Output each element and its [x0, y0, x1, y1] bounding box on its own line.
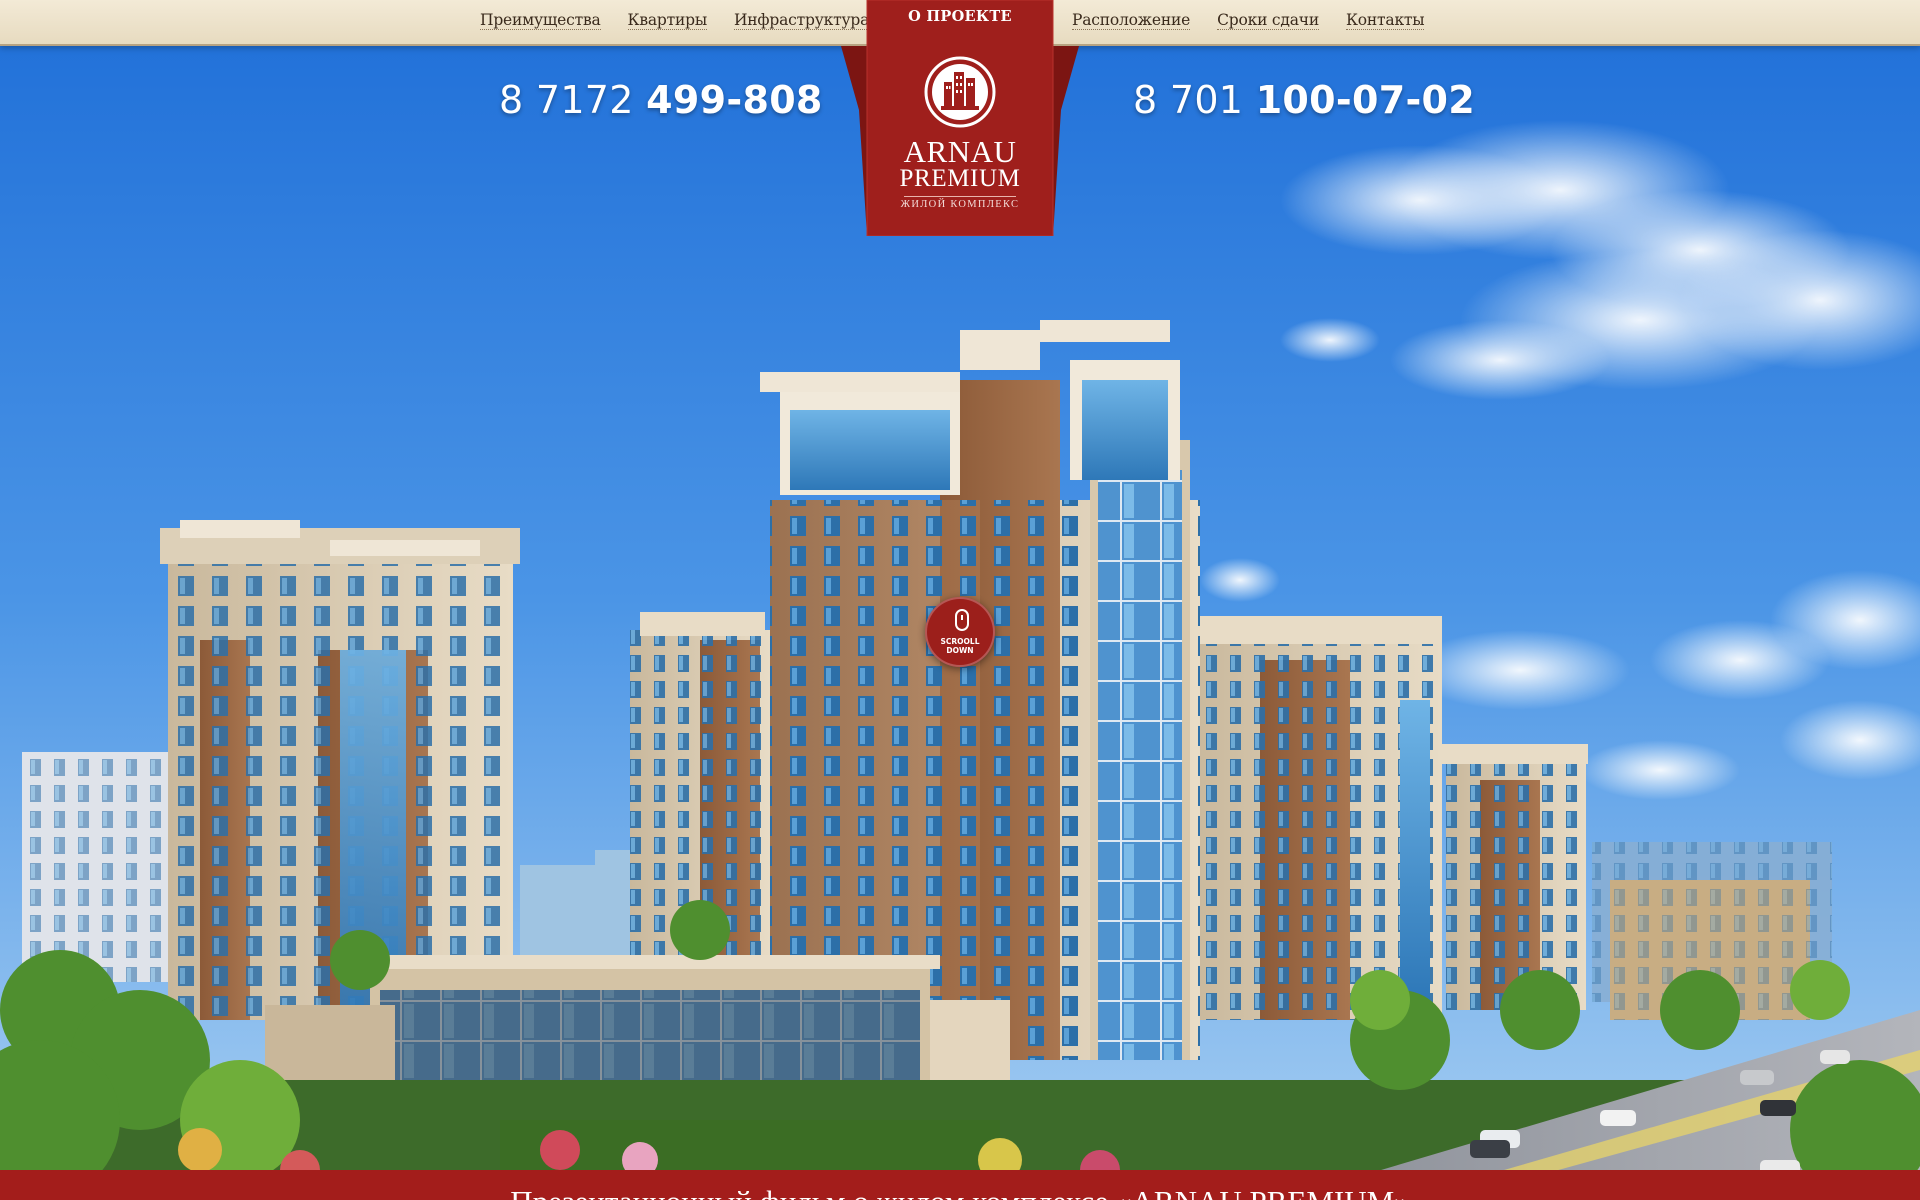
nav-link-location[interactable]: Расположение — [1072, 11, 1190, 30]
mouse-icon — [955, 609, 969, 631]
scroll-label-line2: DOWN — [946, 646, 974, 655]
brand-subname: PREMIUM — [899, 165, 1021, 192]
nav-right: Расположение Сроки сдачи Контакты — [1072, 0, 1451, 40]
phone-code: 8 701 — [1133, 78, 1244, 122]
phone-digits: 100-07-02 — [1255, 78, 1476, 122]
nav-left: Преимущества Квартиры Инфраструктура — [480, 0, 896, 40]
scroll-down-button[interactable]: SCROOLL DOWN — [925, 597, 995, 667]
nav-link-advantages[interactable]: Преимущества — [480, 11, 601, 30]
presentation-title: Презентационный фильм о жилом комплексе … — [0, 1184, 1920, 1200]
phone-number-city[interactable]: 8 7172 499-808 — [499, 78, 823, 122]
scroll-label-line1: SCROOLL — [940, 637, 980, 646]
brand-name: ARNAU — [903, 134, 1017, 169]
phone-code: 8 7172 — [499, 78, 634, 122]
brand-divider — [904, 196, 1016, 197]
phone-number-mobile[interactable]: 8 701 100-07-02 — [1133, 78, 1475, 122]
nav-link-about-active[interactable]: О ПРОЕКТЕ — [867, 8, 1053, 25]
brand-tagline: ЖИЛОЙ КОМПЛЕКС — [900, 199, 1020, 210]
bottom-band: Презентационный фильм о жилом комплексе … — [0, 1170, 1920, 1200]
nav-link-deadlines[interactable]: Сроки сдачи — [1217, 11, 1319, 30]
nav-link-apartments[interactable]: Квартиры — [627, 11, 707, 30]
phone-digits: 499-808 — [646, 78, 823, 122]
nav-link-contacts[interactable]: Контакты — [1345, 11, 1425, 30]
buildings-emblem-icon — [924, 56, 996, 128]
